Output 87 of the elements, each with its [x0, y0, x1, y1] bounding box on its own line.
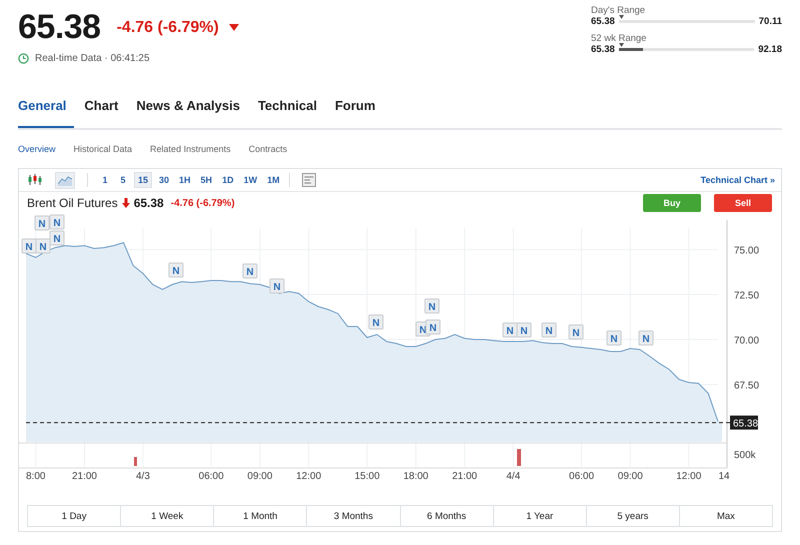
news-marker[interactable]: N — [606, 330, 622, 346]
x-axis-label: 4/4 — [506, 471, 520, 482]
x-axis-label: 12:00 — [296, 471, 322, 482]
x-axis-label: 06:00 — [569, 471, 594, 482]
down-triangle-icon — [228, 24, 239, 32]
interval-button[interactable]: 15 — [134, 172, 152, 188]
x-axis-label: 12:00 — [676, 471, 702, 482]
sell-button[interactable]: Sell — [714, 194, 772, 212]
news-marker[interactable]: N — [516, 322, 532, 338]
range-low: 65.38 — [591, 16, 615, 27]
news-marker[interactable]: N — [368, 314, 384, 330]
tab[interactable]: News & Analysis — [128, 95, 248, 128]
range-high: 92.18 — [758, 44, 782, 55]
news-marker[interactable]: N — [638, 330, 654, 346]
interval-button[interactable]: 5H — [198, 173, 216, 187]
last-price: 65.38 — [18, 8, 101, 47]
period-button[interactable]: Max — [680, 506, 772, 526]
range-label: Day's Range — [591, 5, 646, 16]
range-low: 65.38 — [591, 44, 615, 55]
x-axis-label: 21:00 — [72, 471, 97, 482]
news-marker[interactable]: N — [34, 216, 50, 230]
news-marker[interactable]: N — [426, 320, 440, 334]
period-button[interactable]: 1 Year — [494, 506, 587, 526]
period-button[interactable]: 5 years — [586, 506, 680, 526]
subtab[interactable]: Related Instruments — [150, 144, 231, 154]
realtime-status: Real-time Data · 06:41:25 — [35, 53, 150, 64]
news-marker[interactable]: N — [242, 264, 258, 278]
period-button[interactable]: 6 Months — [400, 506, 494, 526]
ref-line-label: 65.38 — [733, 418, 758, 430]
range-label: 52 wk Range — [591, 33, 648, 44]
news-marker[interactable]: N — [50, 214, 64, 230]
pointer-icon — [618, 43, 624, 47]
y-axis-label: 72.50 — [734, 290, 760, 302]
interval-button[interactable]: 5 — [116, 173, 130, 187]
x-axis-label: 18:00 — [403, 471, 428, 482]
area-chart-icon[interactable] — [55, 172, 75, 188]
y-axis-label: 67.50 — [734, 380, 760, 392]
interval-button[interactable]: 1D — [219, 173, 237, 187]
news-marker[interactable]: N — [168, 262, 184, 278]
news-marker[interactable]: N — [22, 238, 36, 254]
clock-icon — [18, 53, 29, 64]
period-button[interactable]: 3 Months — [307, 506, 400, 526]
volume-bar — [134, 457, 137, 466]
news-marker[interactable]: N — [568, 324, 584, 340]
x-axis-label: 14 — [718, 471, 730, 482]
x-axis-label: 8:00 — [26, 471, 46, 482]
period-button[interactable]: 1 Day — [28, 506, 122, 526]
x-axis-label: 21:00 — [452, 471, 478, 482]
technical-chart-link[interactable]: Technical Chart » — [700, 175, 775, 185]
news-marker[interactable]: N — [542, 322, 556, 338]
volume-axis-label: 500k — [734, 450, 756, 461]
subtab[interactable]: Historical Data — [74, 144, 132, 154]
period-button[interactable]: 1 Week — [121, 506, 214, 526]
down-arrow-icon — [122, 198, 130, 208]
chart-change: -4.76 (-6.79%) — [170, 198, 235, 208]
x-axis-label: 06:00 — [198, 471, 224, 482]
tab[interactable]: Chart — [76, 95, 126, 128]
range-high: 70.11 — [758, 16, 782, 27]
interval-button[interactable]: 1W — [240, 173, 260, 187]
x-axis-label: 09:00 — [618, 471, 643, 482]
y-axis-label: 70.00 — [734, 336, 760, 346]
subtab[interactable]: Overview — [18, 144, 56, 154]
x-axis-label: 09:00 — [247, 471, 272, 482]
price-tag: 65.38 — [730, 416, 758, 430]
subtab[interactable]: Contracts — [248, 144, 288, 154]
tab[interactable]: Forum — [326, 95, 384, 128]
instrument-name: Brent Oil Futures — [27, 196, 118, 210]
interval-button[interactable]: 1M — [264, 173, 283, 187]
volume-bar — [517, 449, 521, 466]
interval-button[interactable]: 1H — [176, 173, 194, 187]
x-axis-label: 15:00 — [354, 471, 380, 482]
news-marker[interactable]: N — [424, 298, 440, 314]
price-change: -4.76 (-6.79%) — [116, 18, 219, 36]
interval-button[interactable]: 1 — [98, 173, 112, 187]
y-axis-label: 75.00 — [734, 246, 760, 257]
news-marker[interactable]: N — [50, 230, 64, 246]
news-marker[interactable]: N — [36, 238, 50, 254]
chart-price: 65.38 — [134, 196, 164, 210]
news-marker[interactable]: N — [270, 278, 284, 294]
interval-button[interactable]: 30 — [156, 173, 172, 187]
buy-button[interactable]: Buy — [643, 194, 701, 212]
period-button[interactable]: 1 Month — [214, 506, 308, 526]
x-axis-label: 4/3 — [136, 471, 150, 482]
tab[interactable]: Technical — [250, 95, 325, 128]
news-marker[interactable]: N — [502, 322, 518, 338]
table-icon[interactable] — [302, 173, 316, 187]
tab[interactable]: General — [18, 95, 74, 128]
